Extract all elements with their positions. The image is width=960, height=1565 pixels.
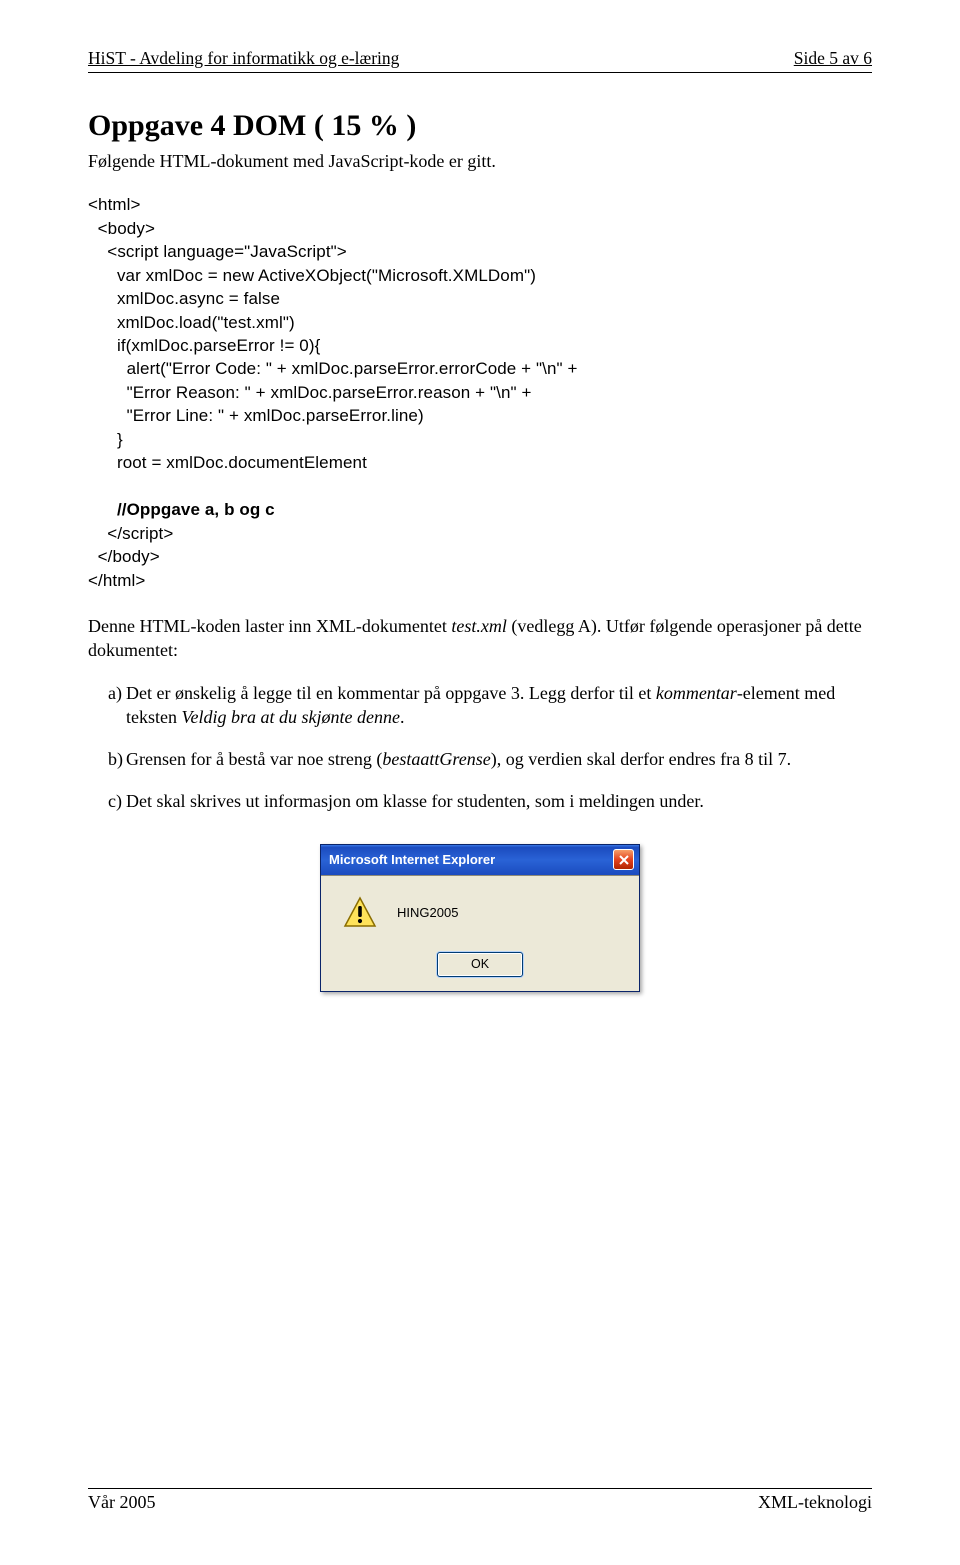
question-c-text: Det skal skrives ut informasjon om klass… xyxy=(126,789,872,813)
dialog-body: HING2005 OK xyxy=(321,875,639,991)
question-c-marker: c) xyxy=(88,789,126,813)
dialog-titlebar: Microsoft Internet Explorer xyxy=(321,845,639,875)
ok-button[interactable]: OK xyxy=(437,952,523,977)
question-list: a) Det er ønskelig å legge til en kommen… xyxy=(88,681,872,814)
warning-icon xyxy=(343,896,377,930)
footer-right: XML-teknologi xyxy=(758,1492,872,1513)
task-title: Oppgave 4 DOM ( 15 % ) xyxy=(88,109,872,143)
para-text-1: Denne HTML-koden laster inn XML-dokument… xyxy=(88,616,451,636)
para-filename: test.xml xyxy=(451,616,507,636)
dialog-title: Microsoft Internet Explorer xyxy=(329,852,495,867)
alert-dialog: Microsoft Internet Explorer xyxy=(320,844,640,992)
description-paragraph: Denne HTML-koden laster inn XML-dokument… xyxy=(88,614,872,663)
question-c: c) Det skal skrives ut informasjon om kl… xyxy=(88,789,872,813)
question-a-text: Det er ønskelig å legge til en kommentar… xyxy=(126,681,872,730)
footer-left: Vår 2005 xyxy=(88,1492,155,1513)
task-intro: Følgende HTML-dokument med JavaScript-ko… xyxy=(88,149,872,173)
close-button[interactable] xyxy=(613,849,634,870)
code-suffix: </script> </body> </html> xyxy=(88,524,173,590)
page-header: HiST - Avdeling for informatikk og e-lær… xyxy=(88,0,872,72)
page-footer: Vår 2005 XML-teknologi xyxy=(88,1489,872,1513)
question-a-marker: a) xyxy=(88,681,126,730)
header-left: HiST - Avdeling for informatikk og e-lær… xyxy=(88,48,399,69)
code-task-comment: //Oppgave a, b og c xyxy=(117,500,275,519)
header-right: Side 5 av 6 xyxy=(794,48,872,69)
question-b-text: Grensen for å bestå var noe streng (best… xyxy=(126,747,872,771)
close-icon xyxy=(619,855,629,865)
question-b-marker: b) xyxy=(88,747,126,771)
code-listing: <html> <body> <script language="JavaScri… xyxy=(88,193,872,592)
dialog-screenshot: Microsoft Internet Explorer xyxy=(88,844,872,992)
question-b: b) Grensen for å bestå var noe streng (b… xyxy=(88,747,872,771)
code-prefix: <html> <body> <script language="JavaScri… xyxy=(88,195,578,519)
question-a: a) Det er ønskelig å legge til en kommen… xyxy=(88,681,872,730)
dialog-message: HING2005 xyxy=(397,905,458,920)
header-rule xyxy=(88,72,872,73)
